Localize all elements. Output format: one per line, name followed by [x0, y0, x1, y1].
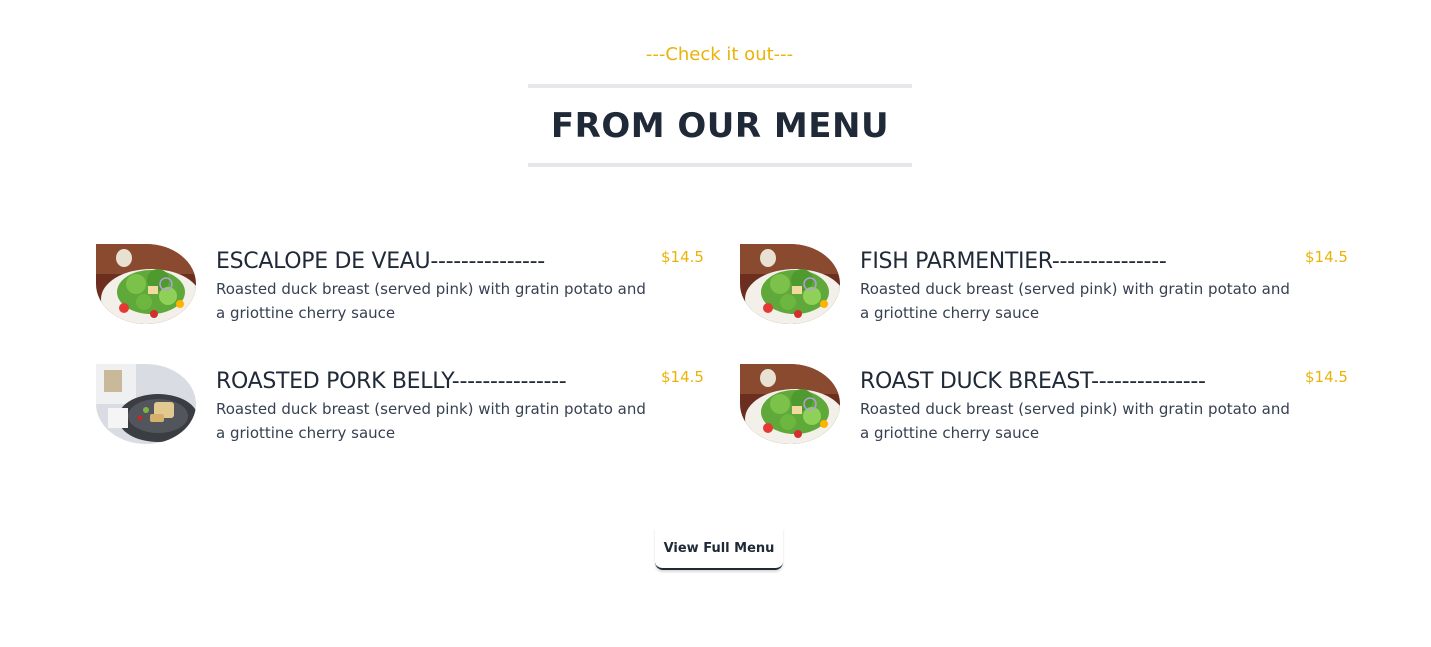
- dish-description: Roasted duck breast (served pink) with g…: [216, 280, 646, 322]
- dish-price: $14.5: [1305, 248, 1348, 266]
- section-title: FROM OUR MENU: [550, 105, 890, 146]
- view-full-menu-button[interactable]: View Full Menu: [655, 528, 783, 570]
- menu-item: ROASTED PORK BELLY--------------- Roaste…: [96, 364, 706, 446]
- dish-image: [96, 364, 196, 444]
- dish-image: [740, 244, 840, 324]
- dish-name: FISH PARMENTIER---------------: [860, 249, 1167, 274]
- dish-description: Roasted duck breast (served pink) with g…: [860, 400, 1290, 442]
- featured-menu-section: ---Check it out--- FROM OUR MENU ESCALOP…: [0, 0, 1431, 647]
- dish-price: $14.5: [661, 368, 704, 386]
- section-eyebrow: ---Check it out---: [645, 44, 794, 65]
- section-title-box: FROM OUR MENU: [528, 84, 912, 167]
- menu-item: ESCALOPE DE VEAU--------------- Roasted …: [96, 244, 706, 326]
- menu-item: ROAST DUCK BREAST--------------- Roasted…: [740, 364, 1350, 446]
- dish-name: ESCALOPE DE VEAU---------------: [216, 249, 545, 274]
- dish-name: ROAST DUCK BREAST---------------: [860, 369, 1206, 394]
- dish-price: $14.5: [661, 248, 704, 266]
- dish-image: [740, 364, 840, 444]
- dish-price: $14.5: [1305, 368, 1348, 386]
- dish-description: Roasted duck breast (served pink) with g…: [860, 280, 1290, 322]
- dish-description: Roasted duck breast (served pink) with g…: [216, 400, 646, 442]
- dish-name: ROASTED PORK BELLY---------------: [216, 369, 567, 394]
- dish-image: [96, 244, 196, 324]
- menu-item: FISH PARMENTIER--------------- Roasted d…: [740, 244, 1350, 326]
